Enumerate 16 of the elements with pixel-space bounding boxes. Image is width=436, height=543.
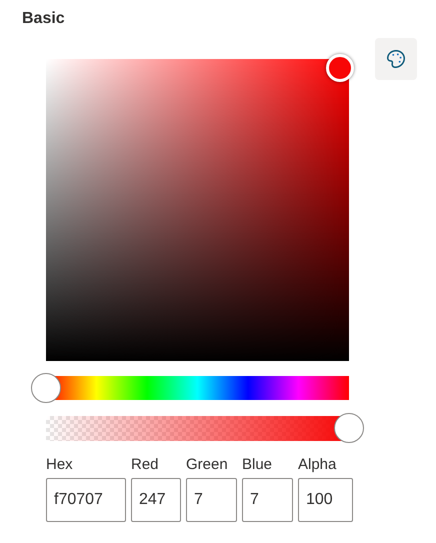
- input-field[interactable]: 7: [186, 478, 237, 522]
- field-label: Green: [186, 455, 229, 475]
- slider-thumb[interactable]: [31, 373, 61, 403]
- field-label: Red: [131, 455, 160, 475]
- input-field[interactable]: 7: [242, 478, 293, 522]
- field-label: Hex: [46, 455, 74, 475]
- input-field[interactable]: 100: [298, 478, 353, 522]
- input-field[interactable]: 247: [131, 478, 181, 522]
- field-label: Blue: [242, 455, 274, 475]
- palette-icon: [385, 48, 407, 70]
- section-title: Basic: [21, 9, 66, 29]
- color-area-thumb[interactable]: [326, 54, 354, 82]
- input-field[interactable]: f70707: [46, 478, 126, 522]
- slider-thumb[interactable]: [334, 413, 364, 443]
- field-label: Alpha: [298, 455, 338, 475]
- palette-button[interactable]: [375, 38, 417, 80]
